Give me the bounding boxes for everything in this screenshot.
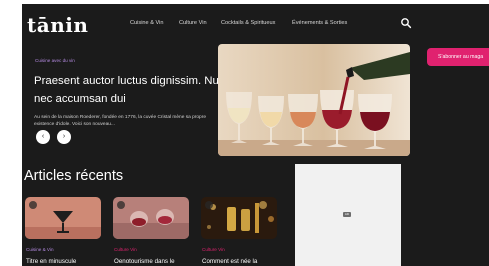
main-nav: Cuisine & Vin Culture Vin Cocktails & Sp… (22, 20, 489, 32)
subscribe-button[interactable]: S'abonner au maga (427, 48, 489, 66)
article-card-image[interactable] (113, 197, 189, 239)
article-card-image[interactable] (201, 197, 277, 239)
ad-mark-icon: AD (343, 212, 351, 217)
card-title[interactable]: Titre en minuscule (26, 258, 76, 265)
card-title[interactable]: Oenotourisme dans le (114, 258, 175, 265)
search-icon[interactable] (400, 17, 412, 29)
card-badge-icon (29, 201, 37, 209)
card-category[interactable]: Cuisine & Vin (26, 247, 54, 252)
hero-next-button[interactable]: › (57, 130, 71, 144)
nav-item-culture-vin[interactable]: Culture Vin (179, 20, 207, 26)
card-badge-icon (117, 201, 125, 209)
site-frame: tānin Cuisine & Vin Culture Vin Cocktail… (22, 4, 489, 266)
article-card-image[interactable] (25, 197, 101, 239)
wine-pour-illustration (218, 44, 410, 156)
card-category[interactable]: Culture Vin (202, 247, 225, 252)
ad-placeholder[interactable]: AD (295, 164, 401, 266)
nav-item-cuisine-vin[interactable]: Cuisine & Vin (130, 20, 163, 26)
hero-prev-button[interactable]: ‹ (36, 130, 50, 144)
nav-item-cocktails[interactable]: Cocktails & Spiritueux (221, 20, 275, 26)
hero-title[interactable]: Praesent auctor luctus dignissim. Nunc n… (34, 72, 234, 108)
hero-excerpt: Au sein de la maison Roederer, fondée en… (34, 115, 206, 127)
card-category[interactable]: Culture Vin (114, 247, 137, 252)
hero-category[interactable]: Cuisine avec du vin (35, 58, 75, 63)
hero-image[interactable] (218, 44, 410, 156)
card-badge-icon (205, 201, 213, 209)
recent-articles-title: Articles récents (24, 168, 124, 184)
card-title[interactable]: Comment est née la (202, 258, 257, 265)
nav-item-evenements[interactable]: Événements & Sorties (292, 20, 347, 26)
